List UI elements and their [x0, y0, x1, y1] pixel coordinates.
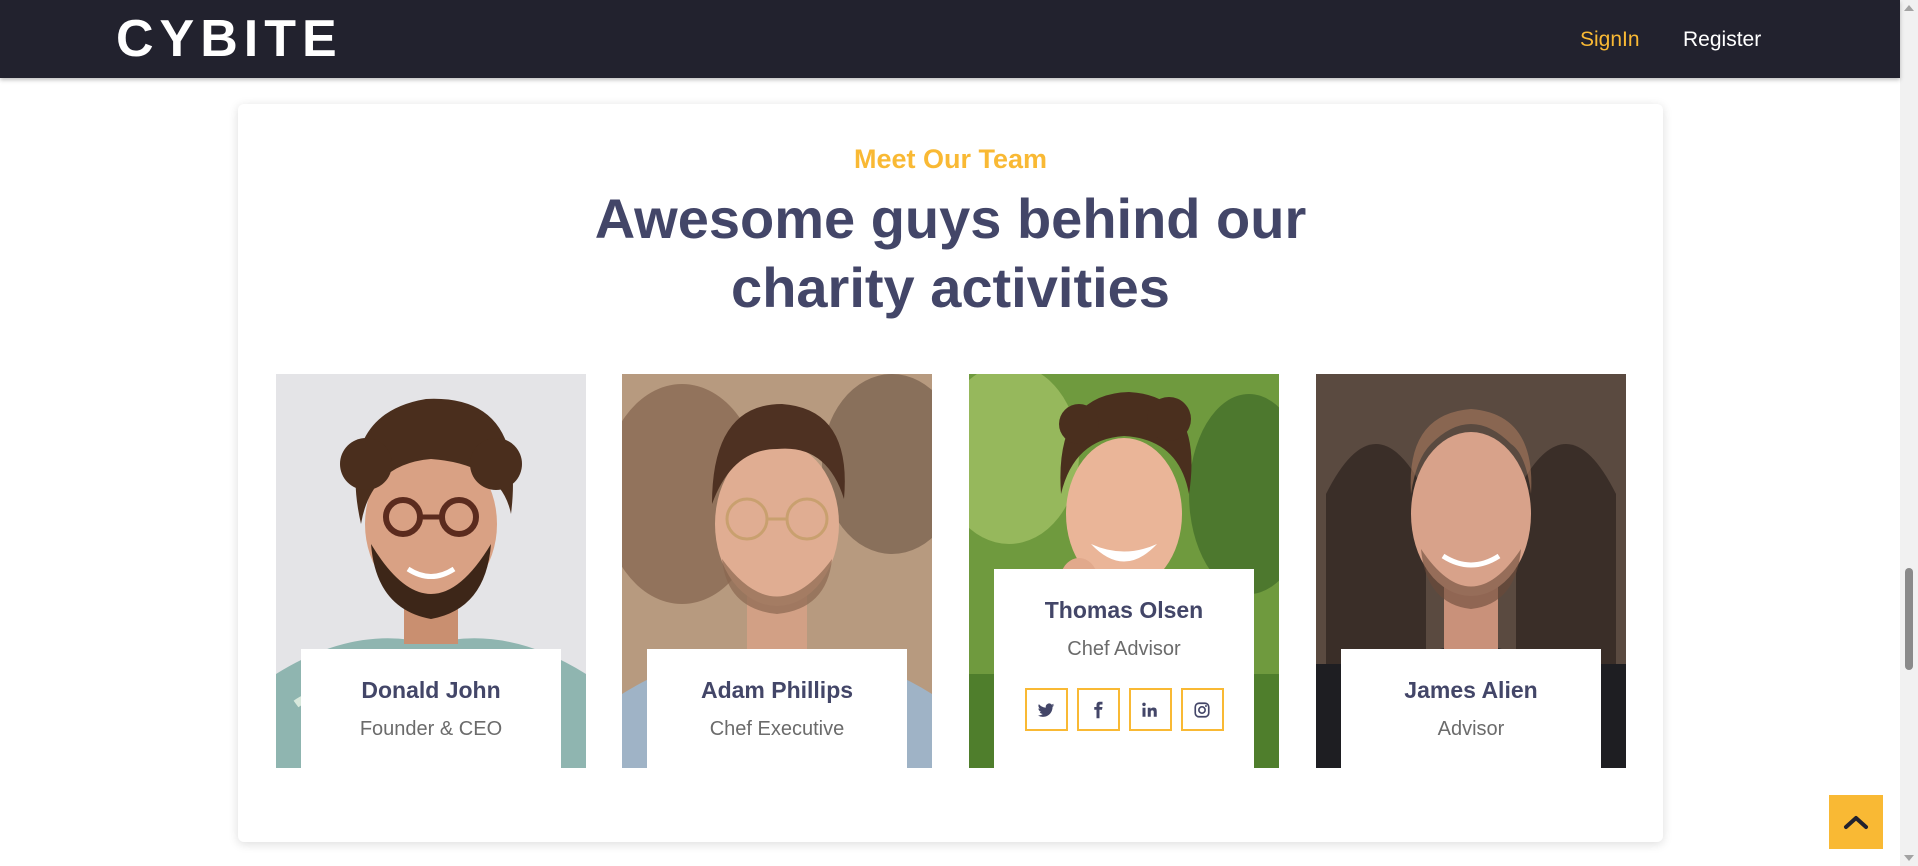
facebook-icon — [1094, 701, 1103, 718]
section-eyebrow: Meet Our Team — [853, 144, 1048, 174]
facebook-button[interactable] — [1076, 688, 1120, 731]
scroll-down-arrow-icon[interactable] — [1904, 855, 1914, 861]
member-name: Adam Phillips — [700, 677, 854, 703]
member-info: Adam Phillips Chef Executive — [647, 649, 907, 768]
member-role: Founder & CEO — [359, 718, 503, 740]
team-member-card[interactable]: James Alien Advisor — [1316, 374, 1626, 768]
team-member-card[interactable]: Thomas Olsen Chef Advisor — [969, 374, 1279, 768]
member-name: Donald John — [361, 677, 501, 703]
member-name: Thomas Olsen — [1044, 597, 1204, 623]
instagram-icon — [1194, 701, 1210, 718]
section-title: Awesome guys behind our charity activiti… — [238, 184, 1663, 322]
page-scrollbar[interactable] — [1900, 0, 1918, 866]
social-links — [994, 688, 1254, 731]
register-link[interactable]: Register — [1683, 27, 1761, 53]
member-info: Donald John Founder & CEO — [301, 649, 561, 768]
section-title-line-2: charity activities — [731, 256, 1170, 319]
chevron-up-icon — [1844, 816, 1868, 829]
section-title-line-1: Awesome guys behind our — [594, 187, 1307, 250]
member-info: James Alien Advisor — [1341, 649, 1601, 768]
instagram-button[interactable] — [1180, 688, 1224, 731]
brand-logo[interactable]: CYBITE — [116, 9, 343, 69]
member-name: James Alien — [1404, 677, 1538, 703]
member-role: Chef Executive — [709, 718, 845, 740]
member-role: Advisor — [1437, 718, 1505, 740]
linkedin-button[interactable] — [1128, 688, 1172, 731]
scroll-up-arrow-icon[interactable] — [1904, 5, 1914, 11]
team-section: Meet Our Team Awesome guys behind our ch… — [238, 104, 1663, 842]
twitter-button[interactable] — [1024, 688, 1068, 731]
member-role: Chef Advisor — [1067, 638, 1181, 660]
team-member-card[interactable]: Adam Phillips Chef Executive — [622, 374, 932, 768]
team-member-card[interactable]: Donald John Founder & CEO — [276, 374, 586, 768]
navbar: CYBITE SignIn Register — [0, 0, 1900, 78]
member-info: Thomas Olsen Chef Advisor — [994, 569, 1254, 768]
scrollbar-thumb[interactable] — [1905, 568, 1913, 670]
twitter-icon — [1037, 702, 1055, 717]
linkedin-icon — [1142, 702, 1157, 717]
signin-link[interactable]: SignIn — [1580, 27, 1640, 53]
back-to-top-button[interactable] — [1829, 795, 1883, 849]
